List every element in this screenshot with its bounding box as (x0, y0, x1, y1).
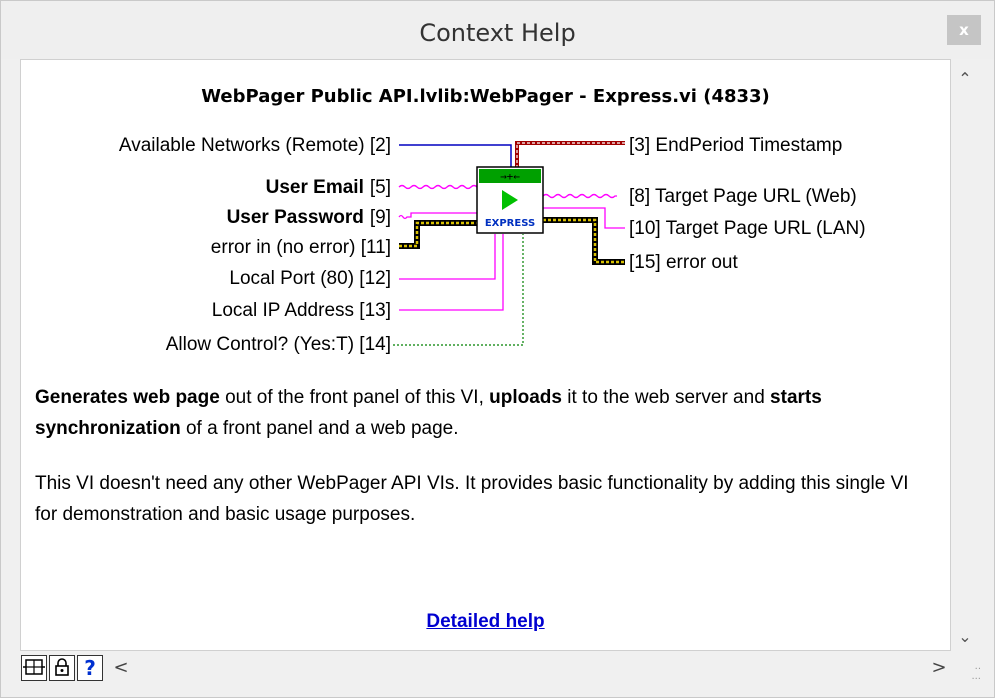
vertical-scrollbar[interactable]: ⌃ ⌄ (951, 59, 979, 651)
context-help-window: Context Help x WebPager Public API.lvlib… (0, 0, 995, 698)
description-paragraph-2: This VI doesn't need any other WebPager … (35, 473, 909, 525)
output-label-error-out: [15] error out (629, 252, 738, 273)
show-optional-terminals-button[interactable] (21, 655, 47, 681)
lock-button[interactable] (49, 655, 75, 681)
window-title: Context Help (419, 19, 576, 47)
express-vi-icon[interactable]: →+← EXPRESS (476, 166, 544, 234)
detailed-help-link[interactable]: Detailed help (21, 611, 950, 633)
description: Generates web page out of the front pane… (35, 382, 935, 554)
input-label-error-in: error in (no error) [11] (211, 237, 391, 258)
express-icon-label: EXPRESS (485, 218, 535, 229)
connector-pane-icon (23, 659, 45, 675)
scroll-right-icon[interactable]: > (929, 655, 949, 681)
scroll-up-icon[interactable]: ⌃ (951, 65, 979, 93)
help-button[interactable]: ? (77, 655, 103, 681)
output-label-target-url-web: [8] Target Page URL (Web) (629, 186, 857, 207)
input-label-user-email: User Email [5] (266, 177, 391, 198)
connector-pane-diagram: Available Networks (Remote) [2] User Ema… (119, 135, 866, 355)
title-bar[interactable]: Context Help x (1, 1, 994, 59)
bottom-toolbar: ? < > ·· ··· (1, 651, 994, 697)
input-label-allow-control: Allow Control? (Yes:T) [14] (166, 334, 391, 355)
scroll-down-icon[interactable]: ⌄ (951, 623, 979, 651)
input-label-local-port: Local Port (80) [12] (229, 268, 391, 289)
svg-text:→+←: →+← (500, 170, 520, 183)
scroll-left-icon[interactable]: < (111, 655, 131, 681)
resize-grip-icon[interactable]: ·· ··· (961, 665, 981, 685)
output-label-target-url-lan: [10] Target Page URL (LAN) (629, 218, 866, 239)
help-content-pane: WebPager Public API.lvlib:WebPager - Exp… (20, 59, 951, 651)
output-label-endperiod-timestamp: [3] EndPeriod Timestamp (629, 135, 842, 156)
question-mark-icon: ? (84, 656, 96, 680)
input-label-available-networks: Available Networks (Remote) [2] (119, 135, 391, 156)
input-label-user-password: User Password [9] (227, 207, 391, 228)
lock-icon (55, 658, 69, 676)
input-label-local-ip: Local IP Address [13] (212, 300, 391, 321)
close-button[interactable]: x (947, 15, 981, 45)
description-paragraph-1: Generates web page out of the front pane… (35, 387, 822, 439)
